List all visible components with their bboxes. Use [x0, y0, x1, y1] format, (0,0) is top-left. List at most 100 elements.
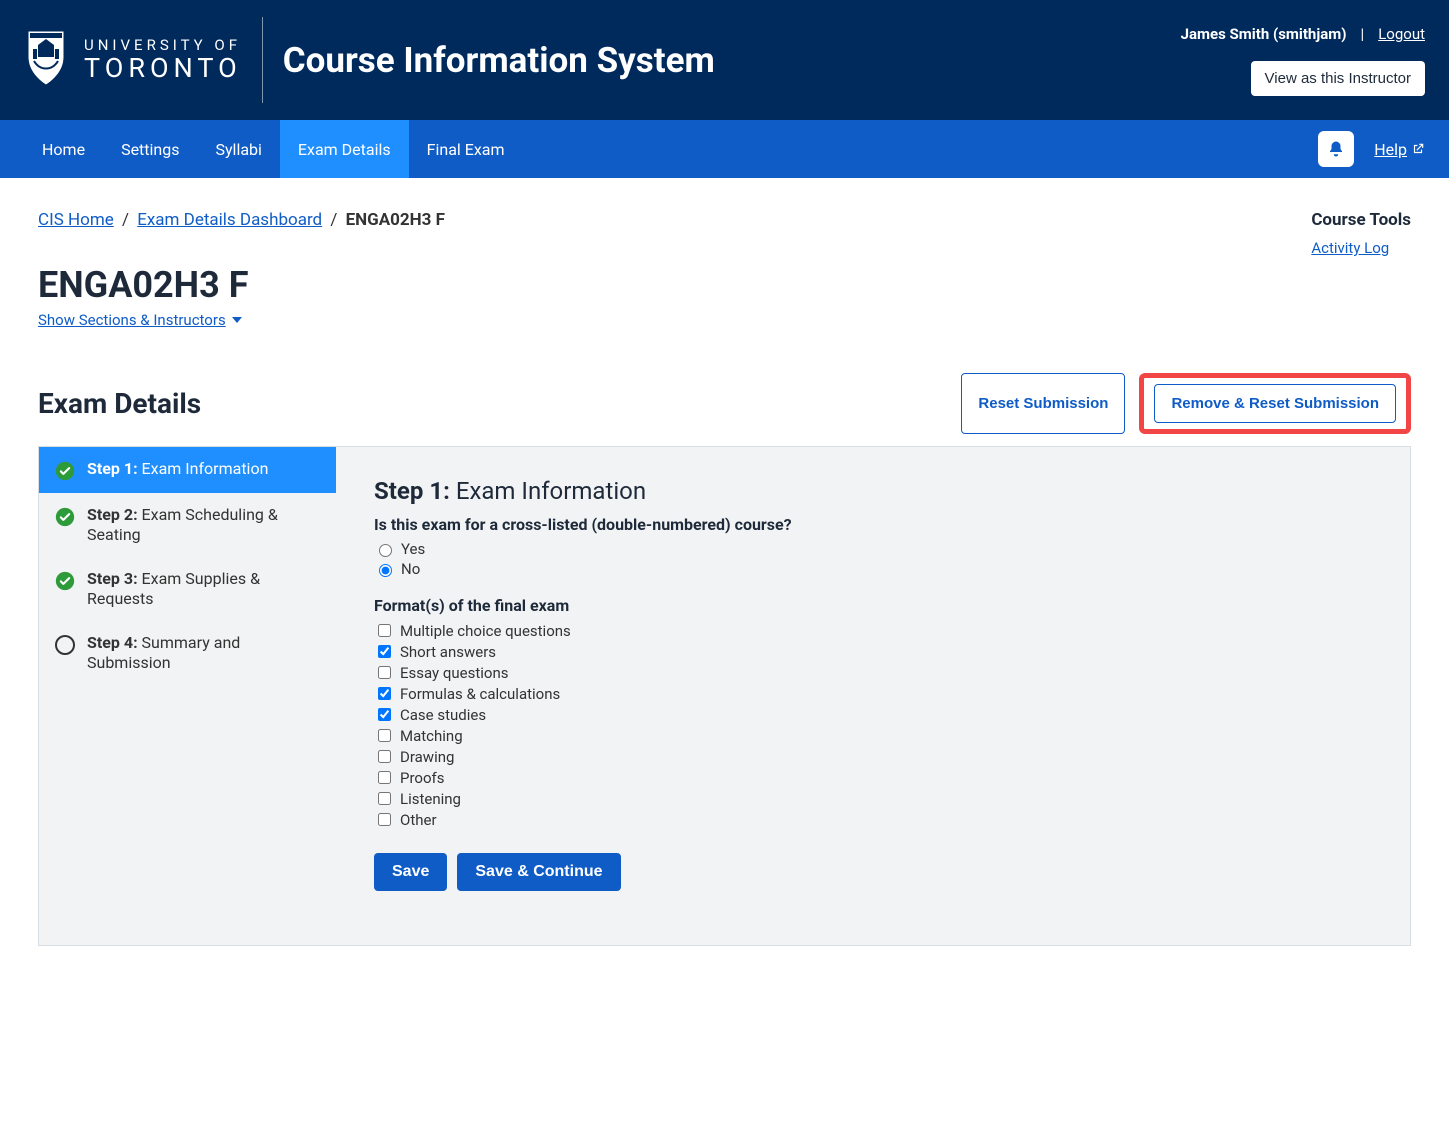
notifications-button[interactable]: [1318, 131, 1354, 167]
course-tools: Course Tools Activity Log: [1311, 210, 1411, 257]
option-label: Yes: [401, 540, 425, 558]
q1-option[interactable]: Yes: [374, 540, 1372, 558]
step-nav-item-4[interactable]: Step 4: Summary and Submission: [39, 621, 336, 685]
step-nav-item-2[interactable]: Step 2: Exam Scheduling & Seating: [39, 493, 336, 557]
checkbox-input[interactable]: [378, 645, 391, 658]
content: Course Tools Activity Log CIS Home / Exa…: [0, 178, 1449, 1006]
step1-heading: Step 1: Exam Information: [374, 477, 1372, 505]
radio-input[interactable]: [379, 544, 392, 557]
reset-submission-button[interactable]: Reset Submission: [961, 373, 1125, 434]
question-formats: Format(s) of the final exam Multiple cho…: [374, 596, 1372, 829]
step1-heading-text: Exam Information: [456, 477, 646, 505]
divider: [262, 17, 263, 103]
breadcrumb-current: ENGA02H3 F: [346, 210, 445, 230]
step1-heading-prefix: Step 1:: [374, 477, 450, 505]
step-nav: Step 1: Exam Information Step 2: Exam Sch…: [39, 447, 336, 945]
step-content: Step 1: Exam Information Is this exam fo…: [336, 447, 1410, 945]
check-circle-icon: [55, 507, 75, 527]
app-title: Course Information System: [283, 40, 715, 81]
highlight-annotation: Remove & Reset Submission: [1139, 373, 1411, 434]
user-display: James Smith (smithjam): [1181, 25, 1347, 43]
option-label: Short answers: [400, 643, 496, 661]
step-nav-item-1[interactable]: Step 1: Exam Information: [39, 447, 336, 493]
step-nav-item-3[interactable]: Step 3: Exam Supplies & Requests: [39, 557, 336, 621]
help-label: Help: [1374, 140, 1407, 159]
breadcrumb: CIS Home / Exam Details Dashboard / ENGA…: [38, 210, 1411, 230]
logout-link[interactable]: Logout: [1378, 25, 1425, 43]
radio-input[interactable]: [379, 564, 392, 577]
nav-item-final-exam[interactable]: Final Exam: [409, 120, 523, 178]
checkbox-input[interactable]: [378, 666, 391, 679]
brand-line2: TORONTO: [84, 54, 242, 82]
external-link-icon: [1411, 142, 1425, 156]
option-label: Essay questions: [400, 664, 509, 682]
bell-icon: [1327, 140, 1345, 158]
option-label: Matching: [400, 727, 463, 745]
checkbox-input[interactable]: [378, 729, 391, 742]
option-label: Multiple choice questions: [400, 622, 571, 640]
option-label: Listening: [400, 790, 461, 808]
q2-option[interactable]: Other: [374, 810, 1372, 829]
option-label: Proofs: [400, 769, 444, 787]
breadcrumb-home[interactable]: CIS Home: [38, 210, 114, 230]
nav-item-settings[interactable]: Settings: [103, 120, 197, 178]
checkbox-input[interactable]: [378, 624, 391, 637]
option-label: Case studies: [400, 706, 486, 724]
check-circle-icon: [55, 571, 75, 591]
q2-option[interactable]: Proofs: [374, 768, 1372, 787]
step-label: Step 2: Exam Scheduling & Seating: [87, 505, 320, 545]
course-tools-title: Course Tools: [1311, 210, 1411, 230]
nav-item-syllabi[interactable]: Syllabi: [197, 120, 279, 178]
step-label: Step 4: Summary and Submission: [87, 633, 320, 673]
exam-details-heading: Exam Details: [38, 387, 201, 420]
empty-circle-icon: [55, 635, 75, 655]
university-crest-icon: [24, 27, 68, 93]
q2-option[interactable]: Drawing: [374, 747, 1372, 766]
breadcrumb-sep: /: [122, 210, 129, 230]
show-sections-toggle[interactable]: Show Sections & Instructors: [38, 311, 242, 329]
q2-option[interactable]: Short answers: [374, 642, 1372, 661]
q2-option[interactable]: Listening: [374, 789, 1372, 808]
q1-option[interactable]: No: [374, 560, 1372, 578]
save-button[interactable]: Save: [374, 853, 447, 891]
q2-label: Format(s) of the final exam: [374, 596, 1372, 615]
breadcrumb-dashboard[interactable]: Exam Details Dashboard: [137, 210, 322, 230]
activity-log-link[interactable]: Activity Log: [1311, 239, 1389, 257]
exam-details-panel: Step 1: Exam Information Step 2: Exam Sch…: [38, 446, 1411, 946]
save-continue-button[interactable]: Save & Continue: [457, 853, 620, 891]
question-crosslisted: Is this exam for a cross-listed (double-…: [374, 515, 1372, 578]
exam-details-header: Exam Details Reset Submission Remove & R…: [38, 373, 1411, 434]
topbar: UNIVERSITY OF TORONTO Course Information…: [0, 0, 1449, 120]
q1-label: Is this exam for a cross-listed (double-…: [374, 515, 1372, 534]
brand-text: UNIVERSITY OF TORONTO: [84, 38, 242, 82]
view-as-instructor-button[interactable]: View as this Instructor: [1251, 61, 1425, 96]
page-title: ENGA02H3 F: [38, 264, 1411, 306]
q2-option[interactable]: Formulas & calculations: [374, 684, 1372, 703]
separator: |: [1361, 25, 1365, 43]
check-circle-icon: [55, 461, 75, 481]
remove-reset-submission-button[interactable]: Remove & Reset Submission: [1154, 384, 1396, 423]
section-buttons: Reset Submission Remove & Reset Submissi…: [961, 373, 1411, 434]
nav-item-exam-details[interactable]: Exam Details: [280, 120, 409, 178]
step-label: Step 1: Exam Information: [87, 459, 268, 479]
checkbox-input[interactable]: [378, 792, 391, 805]
q2-option[interactable]: Essay questions: [374, 663, 1372, 682]
checkbox-input[interactable]: [378, 708, 391, 721]
nav-right: Help: [1318, 131, 1425, 167]
checkbox-input[interactable]: [378, 687, 391, 700]
nav-item-home[interactable]: Home: [24, 120, 103, 178]
checkbox-input[interactable]: [378, 771, 391, 784]
q2-option[interactable]: Multiple choice questions: [374, 621, 1372, 640]
navbar: Home Settings Syllabi Exam Details Final…: [0, 120, 1449, 178]
user-line: James Smith (smithjam) | Logout: [1181, 25, 1425, 43]
q2-option[interactable]: Case studies: [374, 705, 1372, 724]
breadcrumb-sep: /: [330, 210, 337, 230]
q2-option[interactable]: Matching: [374, 726, 1372, 745]
checkbox-input[interactable]: [378, 750, 391, 763]
branding: UNIVERSITY OF TORONTO Course Information…: [24, 0, 715, 120]
show-sections-label: Show Sections & Instructors: [38, 311, 226, 329]
help-link[interactable]: Help: [1374, 140, 1425, 159]
topbar-right: James Smith (smithjam) | Logout View as …: [1181, 25, 1425, 96]
checkbox-input[interactable]: [378, 813, 391, 826]
option-label: Formulas & calculations: [400, 685, 560, 703]
